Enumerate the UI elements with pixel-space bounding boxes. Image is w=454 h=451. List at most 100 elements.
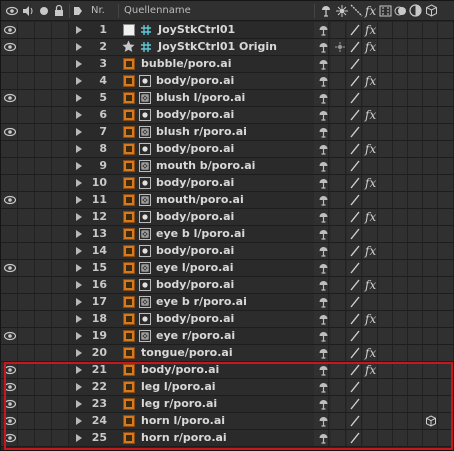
layer-switch-cell[interactable] bbox=[438, 243, 454, 259]
shy-switch-icon[interactable] bbox=[317, 126, 330, 139]
av-switch-cell[interactable] bbox=[18, 192, 35, 208]
layer-source-name[interactable]: horn r/poro.ai bbox=[141, 430, 227, 446]
shy-switch-icon[interactable] bbox=[317, 364, 330, 377]
layer-switch-cell[interactable] bbox=[423, 192, 438, 208]
quality-switch-icon[interactable] bbox=[349, 194, 361, 206]
layer-row[interactable]: 4 body/poro.ai fx bbox=[1, 73, 454, 90]
layer-switch-cell[interactable] bbox=[408, 90, 423, 106]
shy-switch-icon[interactable] bbox=[317, 398, 330, 411]
av-switch-cell[interactable] bbox=[35, 362, 52, 378]
layer-switch-cell[interactable] bbox=[438, 124, 454, 140]
layer-switch-cell[interactable] bbox=[423, 430, 438, 446]
av-switch-cell[interactable] bbox=[1, 107, 18, 123]
quality-switch-icon[interactable] bbox=[349, 279, 361, 291]
shy-icon[interactable] bbox=[319, 4, 333, 18]
layer-switch-cell[interactable] bbox=[438, 107, 454, 123]
av-switch-cell[interactable] bbox=[18, 345, 35, 361]
visibility-eye-icon[interactable] bbox=[4, 331, 16, 341]
quality-switch-icon[interactable] bbox=[349, 381, 361, 393]
comp-source-icon[interactable] bbox=[139, 177, 151, 189]
av-switch-cell[interactable] bbox=[52, 158, 69, 174]
visibility-eye-icon[interactable] bbox=[4, 416, 16, 426]
av-switch-cell[interactable] bbox=[35, 90, 52, 106]
layer-switch-cell[interactable] bbox=[438, 311, 454, 327]
layer-source-name[interactable]: body/poro.ai bbox=[156, 277, 234, 293]
layer-switch-cell[interactable] bbox=[393, 56, 408, 72]
quality-switch-icon[interactable] bbox=[349, 228, 361, 240]
layer-source-name[interactable]: body/poro.ai bbox=[156, 175, 234, 191]
effects-switch-icon[interactable]: fx bbox=[365, 22, 376, 38]
layer-switch-cell[interactable] bbox=[363, 124, 378, 140]
layer-switch-cell[interactable] bbox=[363, 56, 378, 72]
layer-switch-cell[interactable] bbox=[331, 192, 346, 208]
shy-switch-icon[interactable] bbox=[317, 58, 330, 71]
layer-source-name[interactable]: JoyStkCtrl01 Origin bbox=[158, 39, 277, 55]
av-switch-cell[interactable] bbox=[35, 345, 52, 361]
quality-switch-icon[interactable] bbox=[349, 75, 361, 87]
layer-source-name[interactable]: body/poro.ai bbox=[156, 243, 234, 259]
layer-switch-cell[interactable] bbox=[331, 260, 346, 276]
visibility-eye-icon[interactable] bbox=[4, 93, 16, 103]
layer-switch-cell[interactable] bbox=[393, 73, 408, 89]
layer-switch-cell[interactable] bbox=[393, 328, 408, 344]
layer-switch-cell[interactable] bbox=[408, 141, 423, 157]
layer-switch-cell[interactable] bbox=[393, 260, 408, 276]
quality-switch-icon[interactable] bbox=[349, 126, 361, 138]
av-switch-cell[interactable] bbox=[18, 39, 35, 55]
av-switch-cell[interactable] bbox=[1, 175, 18, 191]
expand-triangle-icon[interactable] bbox=[76, 315, 82, 323]
layer-switch-cell[interactable] bbox=[438, 141, 454, 157]
av-switch-cell[interactable] bbox=[1, 141, 18, 157]
layer-row[interactable]: 10 body/poro.ai fx bbox=[1, 175, 454, 192]
comp-source-icon[interactable] bbox=[139, 211, 151, 223]
av-switch-cell[interactable] bbox=[52, 107, 69, 123]
layer-switch-cell[interactable] bbox=[378, 107, 393, 123]
layer-switch-cell[interactable] bbox=[393, 226, 408, 242]
shy-switch-icon[interactable] bbox=[317, 228, 330, 241]
layer-source-name[interactable]: eye b l/poro.ai bbox=[156, 226, 245, 242]
layer-switch-cell[interactable] bbox=[438, 90, 454, 106]
layer-source-name[interactable]: blush l/poro.ai bbox=[156, 90, 245, 106]
layer-switch-cell[interactable] bbox=[393, 277, 408, 293]
layer-row[interactable]: 19 eye r/poro.ai bbox=[1, 328, 454, 345]
layer-switch-cell[interactable] bbox=[363, 396, 378, 412]
expand-triangle-icon[interactable] bbox=[76, 196, 82, 204]
av-switch-cell[interactable] bbox=[52, 90, 69, 106]
layer-switch-cell[interactable] bbox=[331, 243, 346, 259]
effects-switch-icon[interactable]: fx bbox=[365, 175, 376, 191]
layer-source-name[interactable]: eye b r/poro.ai bbox=[156, 294, 247, 310]
quality-switch-icon[interactable] bbox=[349, 313, 361, 325]
layer-switch-cell[interactable] bbox=[393, 396, 408, 412]
shy-switch-icon[interactable] bbox=[317, 347, 330, 360]
shy-switch-icon[interactable] bbox=[317, 109, 330, 122]
av-switch-cell[interactable] bbox=[18, 243, 35, 259]
layer-switch-cell[interactable] bbox=[423, 345, 438, 361]
layer-switch-cell[interactable] bbox=[378, 39, 393, 55]
layer-switch-cell[interactable] bbox=[331, 345, 346, 361]
layer-switch-cell[interactable] bbox=[423, 39, 438, 55]
effects-switch-icon[interactable]: fx bbox=[365, 141, 376, 157]
av-switch-cell[interactable] bbox=[35, 328, 52, 344]
layer-switch-cell[interactable] bbox=[331, 362, 346, 378]
expand-triangle-icon[interactable] bbox=[76, 213, 82, 221]
layer-switch-cell[interactable] bbox=[393, 141, 408, 157]
effects-switch-icon[interactable]: fx bbox=[365, 243, 376, 259]
quality-switch-icon[interactable] bbox=[349, 58, 361, 70]
layer-switch-cell[interactable] bbox=[423, 328, 438, 344]
effects-column-icon[interactable]: fx bbox=[365, 1, 376, 21]
visibility-eye-icon[interactable] bbox=[4, 263, 16, 273]
layer-switch-cell[interactable] bbox=[423, 362, 438, 378]
av-switch-cell[interactable] bbox=[52, 22, 69, 38]
av-switch-cell[interactable] bbox=[35, 430, 52, 446]
layer-switch-cell[interactable] bbox=[408, 226, 423, 242]
quality-switch-icon[interactable] bbox=[349, 177, 361, 189]
layer-source-name[interactable]: tongue/poro.ai bbox=[141, 345, 233, 361]
layer-switch-cell[interactable] bbox=[438, 260, 454, 276]
av-switch-cell[interactable] bbox=[18, 294, 35, 310]
layer-source-name[interactable]: blush r/poro.ai bbox=[156, 124, 247, 140]
av-switch-cell[interactable] bbox=[18, 260, 35, 276]
layer-switch-cell[interactable] bbox=[408, 39, 423, 55]
layer-row[interactable]: 16 body/poro.ai fx bbox=[1, 277, 454, 294]
layer-row[interactable]: 13 eye b l/poro.ai bbox=[1, 226, 454, 243]
layer-switch-cell[interactable] bbox=[393, 311, 408, 327]
